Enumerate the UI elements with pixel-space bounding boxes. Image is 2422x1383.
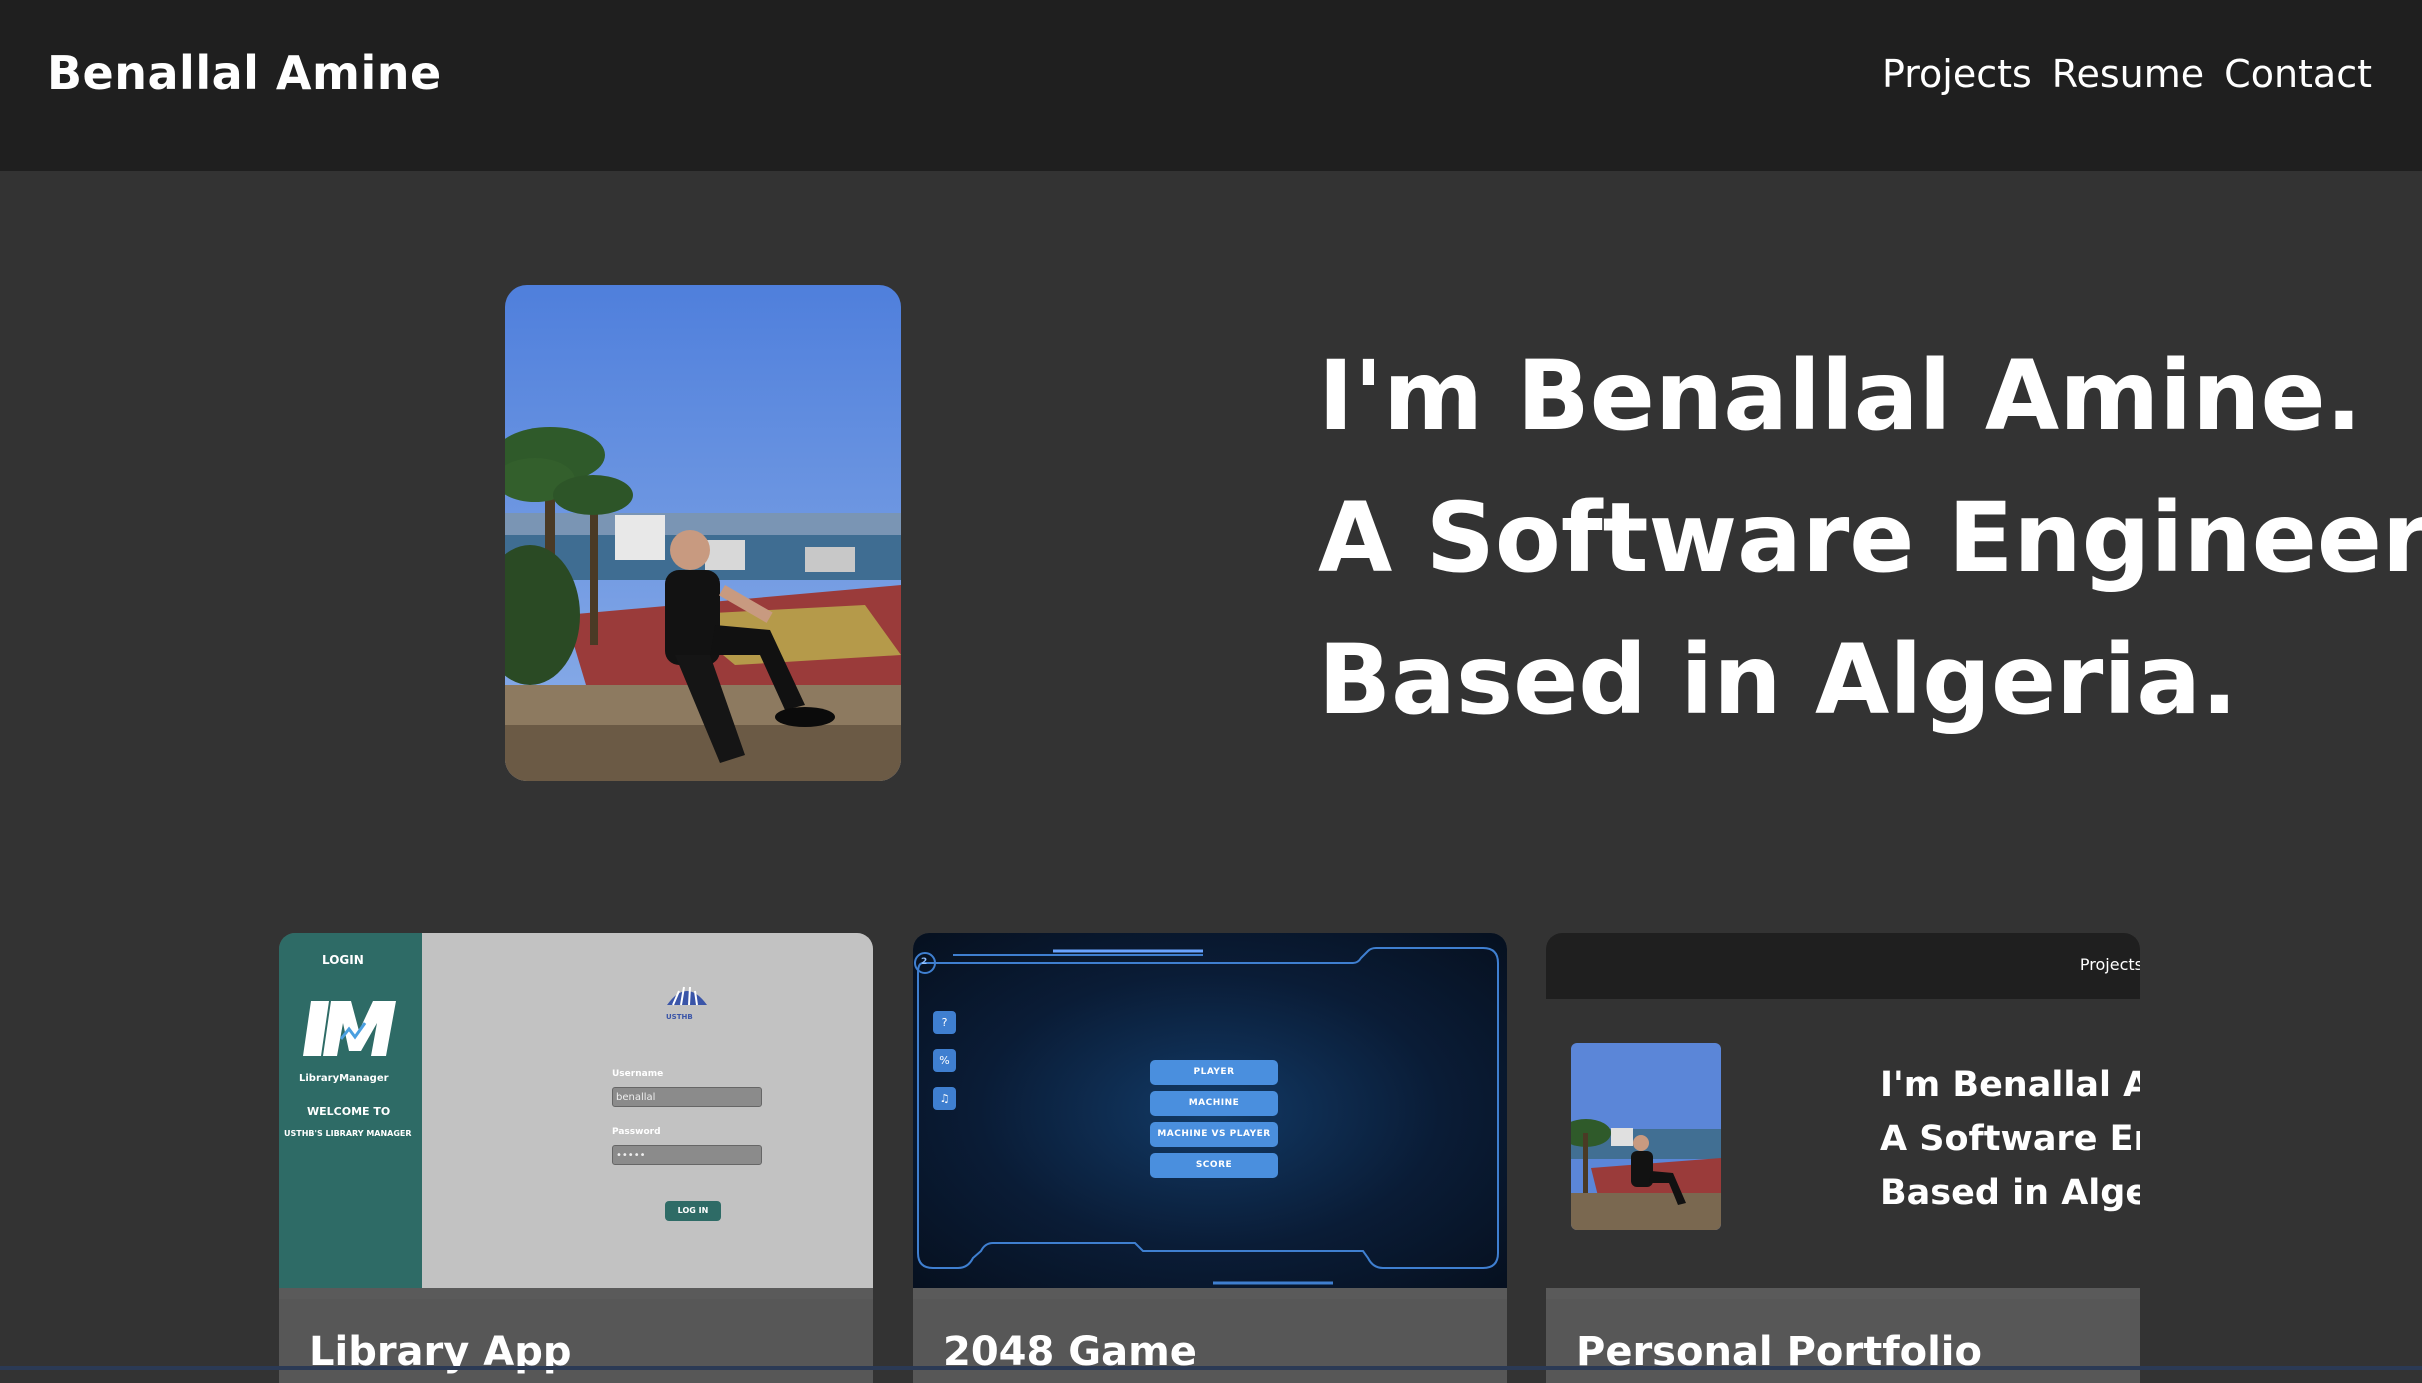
help-icon: ? xyxy=(933,1011,956,1034)
hero-line-3: Based in Algeria. xyxy=(1318,624,2238,736)
profile-photo xyxy=(505,285,901,781)
top-navbar: Benallal Amine Projects Resume Contact xyxy=(0,0,2422,171)
portfolio-line-1: I'm Benallal Amine. xyxy=(1880,1065,2140,1105)
portfolio-thumbnail: Projects I'm Benallal Amine. A Software … xyxy=(1546,933,2140,1288)
hero-line-2: A Software Engineer xyxy=(1318,482,2422,594)
nav-contact-link[interactable]: Contact xyxy=(2224,52,2372,96)
game-machine-button: MACHINE xyxy=(1150,1091,1278,1116)
library-subtitle: USTHB'S LIBRARY MANAGER xyxy=(284,1129,412,1138)
card-footer: Library App xyxy=(279,1299,873,1383)
game-machine-vs-player-button: MACHINE VS PLAYER xyxy=(1150,1122,1278,1147)
nav-projects-link[interactable]: Projects xyxy=(1882,52,2032,96)
bottom-edge xyxy=(0,1366,2422,1370)
portfolio-line-2: A Software Engineer xyxy=(1880,1119,2140,1159)
percent-icon: % xyxy=(933,1049,956,1072)
portfolio-navbar: Projects xyxy=(1546,933,2140,999)
library-username-field: benallal xyxy=(612,1087,762,1107)
card-footer: 2048 Game xyxy=(913,1299,1507,1383)
portfolio-hero-text: I'm Benallal Amine. A Software Engineer … xyxy=(1880,1058,2140,1220)
project-card-personal-portfolio[interactable]: Projects I'm Benallal Amine. A Software … xyxy=(1546,933,2140,1383)
card-footer: Personal Portfolio xyxy=(1546,1299,2140,1383)
music-icon: ♫ xyxy=(933,1087,956,1110)
nav-links: Projects Resume Contact xyxy=(1882,52,2372,96)
library-login-button: LOG IN xyxy=(665,1201,721,1221)
game-corner-number: 2 xyxy=(921,957,928,967)
portfolio-photo xyxy=(1571,1043,1721,1230)
library-password-field: ••••• xyxy=(612,1145,762,1165)
portfolio-photo-image xyxy=(1571,1043,1721,1230)
library-welcome-text: WELCOME TO xyxy=(307,1105,391,1118)
library-sidebar: LOGIN LibraryManager WELCOME TO USTHB'S … xyxy=(279,933,422,1288)
site-brand[interactable]: Benallal Amine xyxy=(47,46,442,100)
library-app-thumbnail: LOGIN LibraryManager WELCOME TO USTHB'S … xyxy=(279,933,873,1288)
nav-resume-link[interactable]: Resume xyxy=(2052,52,2204,96)
hero-heading: I'm Benallal Amine. A Software Engineer … xyxy=(1318,325,2422,751)
hero-line-1: I'm Benallal Amine. xyxy=(1318,340,2363,452)
project-card-library-app[interactable]: LOGIN LibraryManager WELCOME TO USTHB'S … xyxy=(279,933,873,1383)
library-logo-caption: LibraryManager xyxy=(299,1073,389,1084)
game-score-button: SCORE xyxy=(1150,1153,1278,1178)
game-player-button: PLAYER xyxy=(1150,1060,1278,1085)
portfolio-nav-projects: Projects xyxy=(2079,955,2140,974)
library-manager-logo xyxy=(303,1001,396,1056)
library-username-label: Username xyxy=(612,1069,664,1079)
game-thumbnail: 2 ? % ♫ PLAYER MACHINE MACHINE VS PLAYER… xyxy=(913,933,1507,1288)
library-login-panel: USTHB Username benallal Password ••••• L… xyxy=(422,933,873,1288)
usthb-badge-text: USTHB xyxy=(666,1013,693,1021)
profile-photo-image xyxy=(505,285,901,781)
library-password-label: Password xyxy=(612,1127,661,1137)
project-card-2048-game[interactable]: 2 ? % ♫ PLAYER MACHINE MACHINE VS PLAYER… xyxy=(913,933,1507,1383)
library-login-heading: LOGIN xyxy=(322,953,364,967)
portfolio-line-3: Based in Algeria. xyxy=(1880,1173,2140,1213)
